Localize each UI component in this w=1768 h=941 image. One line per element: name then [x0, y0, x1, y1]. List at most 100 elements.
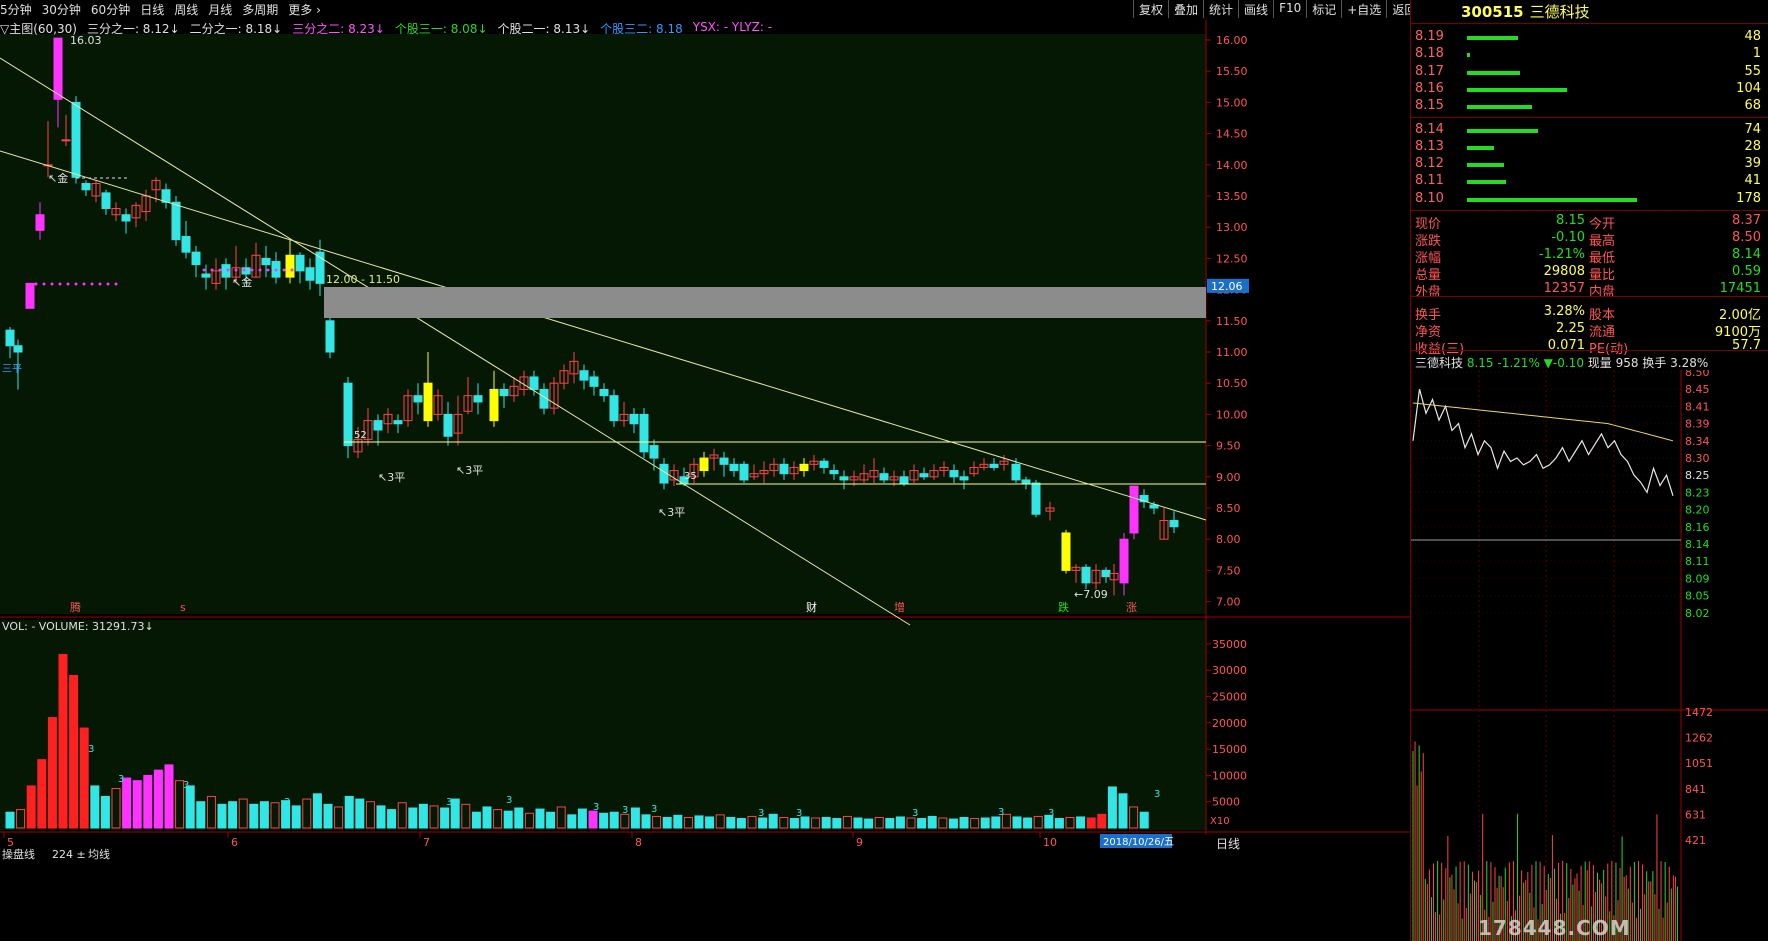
volume-tick-label: 15000: [1212, 743, 1247, 756]
minute-volume-tick: 1472: [1685, 706, 1713, 719]
volume-bar: [514, 807, 524, 829]
order-volume-bar: [1467, 163, 1505, 168]
period-tab-0[interactable]: 5分钟: [0, 1, 32, 18]
volume-bar: [758, 817, 768, 829]
volume-signal: 3: [651, 804, 657, 815]
toolbar-button-1[interactable]: 叠加: [1168, 0, 1203, 18]
bottom-tab: 224 ±: [52, 848, 86, 861]
volume-bar: [630, 807, 640, 829]
toolbar-button-4[interactable]: F10: [1273, 0, 1306, 18]
order-volume-bar: [1467, 145, 1495, 150]
volume-bar: [567, 814, 577, 829]
candle: [325, 314, 335, 359]
volume-signal: 3: [118, 774, 124, 785]
volume-signal: 3: [88, 744, 94, 755]
volume-bar: [37, 759, 47, 829]
period-tab-3[interactable]: 日线: [140, 1, 164, 18]
quote-row: 涨幅 -1.21% 最低 8.14: [1415, 247, 1765, 266]
indicator-value-4: 个股二一: 8.13↓: [497, 22, 591, 36]
volume-bar: [609, 811, 619, 829]
price-tick-label: 7.50: [1216, 564, 1241, 577]
volume-tick-label: 10000: [1212, 769, 1247, 782]
quote-value: 2.25: [1556, 321, 1585, 336]
more-periods-button[interactable]: 更多 ›: [288, 1, 321, 18]
quote-row: 净资 2.25 流通 9100万: [1415, 321, 1765, 340]
order-volume: 28: [1744, 138, 1761, 154]
volume-bar: [927, 815, 937, 829]
volume-signal: 3: [758, 808, 764, 819]
low-price-label: ←7.09: [1074, 588, 1108, 601]
volume-signal: 3: [1048, 808, 1054, 819]
price-tick-label: 8.50: [1216, 502, 1241, 515]
order-book-row: 8.12 39: [1415, 155, 1765, 174]
toolbar-button-6[interactable]: +自选: [1341, 0, 1386, 18]
quote-value: 8.14: [1732, 247, 1761, 262]
quote-label: 内盘: [1589, 285, 1616, 300]
month-label: 9: [856, 836, 863, 849]
toolbar-button-2[interactable]: 统计: [1203, 0, 1238, 18]
event-marker: 涨: [1126, 601, 1137, 614]
minute-volume-tick: 421: [1685, 834, 1706, 847]
event-marker: s: [180, 601, 186, 614]
indicator-value-6: YSX: - YLYZ: -: [692, 20, 773, 34]
period-tab-6[interactable]: 多周期: [242, 1, 278, 18]
volume-bar: [471, 811, 481, 829]
period-tab-2[interactable]: 60分钟: [91, 1, 130, 18]
indicator-title[interactable]: ▽主图(60,30): [0, 20, 77, 36]
volume-bar: [535, 808, 545, 829]
volume-unit: X10: [1210, 816, 1230, 827]
volume-bar: [450, 798, 460, 829]
volume-bar: [355, 798, 365, 829]
volume-bar: [1139, 811, 1149, 829]
period-tab-5[interactable]: 月线: [208, 1, 232, 18]
quote-row: 总量 29808 量比 0.59: [1415, 264, 1765, 283]
order-book-row: 8.19 48: [1415, 28, 1765, 47]
minute-price-tick: 8.11: [1685, 555, 1710, 568]
volume-bar: [376, 805, 386, 829]
flat-signal-label: ↖3平: [658, 506, 685, 519]
volume-header: VOL: - VOLUME: 31291.73↓: [2, 620, 154, 633]
quote-row: 收益(三) 0.071 PE(动) 57.7: [1415, 338, 1765, 357]
kline-chart[interactable]: 3 3 3 3 3 3 3 3 3 3 3 3 3 3 3 16.00 15.50 15.00 14.50 14.0…: [0, 20, 1410, 940]
volume-bar: [408, 807, 418, 829]
period-tab-1[interactable]: 30分钟: [42, 1, 81, 18]
volume-bar: [1023, 817, 1033, 829]
price-tick-label: 10.50: [1216, 377, 1248, 390]
price-tick-label: 9.50: [1216, 440, 1241, 453]
volume-bar: [789, 818, 799, 829]
volume-bar: [641, 814, 651, 829]
volume-bar: [259, 801, 269, 829]
order-volume-bar: [1467, 70, 1520, 75]
minute-price-tick: 8.02: [1685, 607, 1710, 620]
volume-bar: [1107, 786, 1117, 829]
price-tick-label: 9.00: [1216, 471, 1241, 484]
period-tab-4[interactable]: 周线: [174, 1, 198, 18]
volume-bar: [58, 653, 68, 829]
toolbar-button-5[interactable]: 标记: [1306, 0, 1341, 18]
price-tick-label: 8.00: [1216, 533, 1241, 546]
volume-bar: [736, 818, 746, 829]
toolbar-button-3[interactable]: 画线: [1238, 0, 1273, 18]
minute-price-tick: 8.25: [1685, 469, 1710, 482]
order-price: 8.14: [1415, 121, 1444, 137]
minute-chart[interactable]: 8.50 8.45 8.41 8.39 8.34 8.30 8.25 8.23 8.20 8.16…: [1411, 370, 1768, 941]
price-tick-label: 12.50: [1216, 252, 1248, 265]
volume-bar: [164, 764, 174, 829]
quote-value: -0.10: [1551, 230, 1585, 245]
quote-value: -1.21%: [1539, 247, 1585, 262]
divider: [1411, 117, 1768, 118]
volume-bar: [1076, 816, 1086, 829]
chart-action-buttons: 复权 叠加 统计 画线 F10 标记 +自选 返回: [1133, 0, 1421, 18]
volume-bar: [5, 811, 15, 829]
minute-price-tick: 8.39: [1685, 418, 1710, 431]
order-volume: 68: [1744, 98, 1761, 114]
volume-bar: [228, 801, 238, 829]
minute-chart-header: 三德科技 8.15 -1.21% ▼-0.10 现量 958 换手 3.28%: [1415, 356, 1709, 370]
quote-value: 0.59: [1732, 264, 1761, 279]
volume-tick-label: 5000: [1212, 796, 1240, 809]
volume-tick-label: 25000: [1212, 691, 1247, 704]
toolbar-button-0[interactable]: 复权: [1133, 0, 1168, 18]
order-price: 8.12: [1415, 156, 1444, 172]
volume-bar: [864, 818, 874, 829]
order-volume-bar: [1467, 180, 1507, 185]
